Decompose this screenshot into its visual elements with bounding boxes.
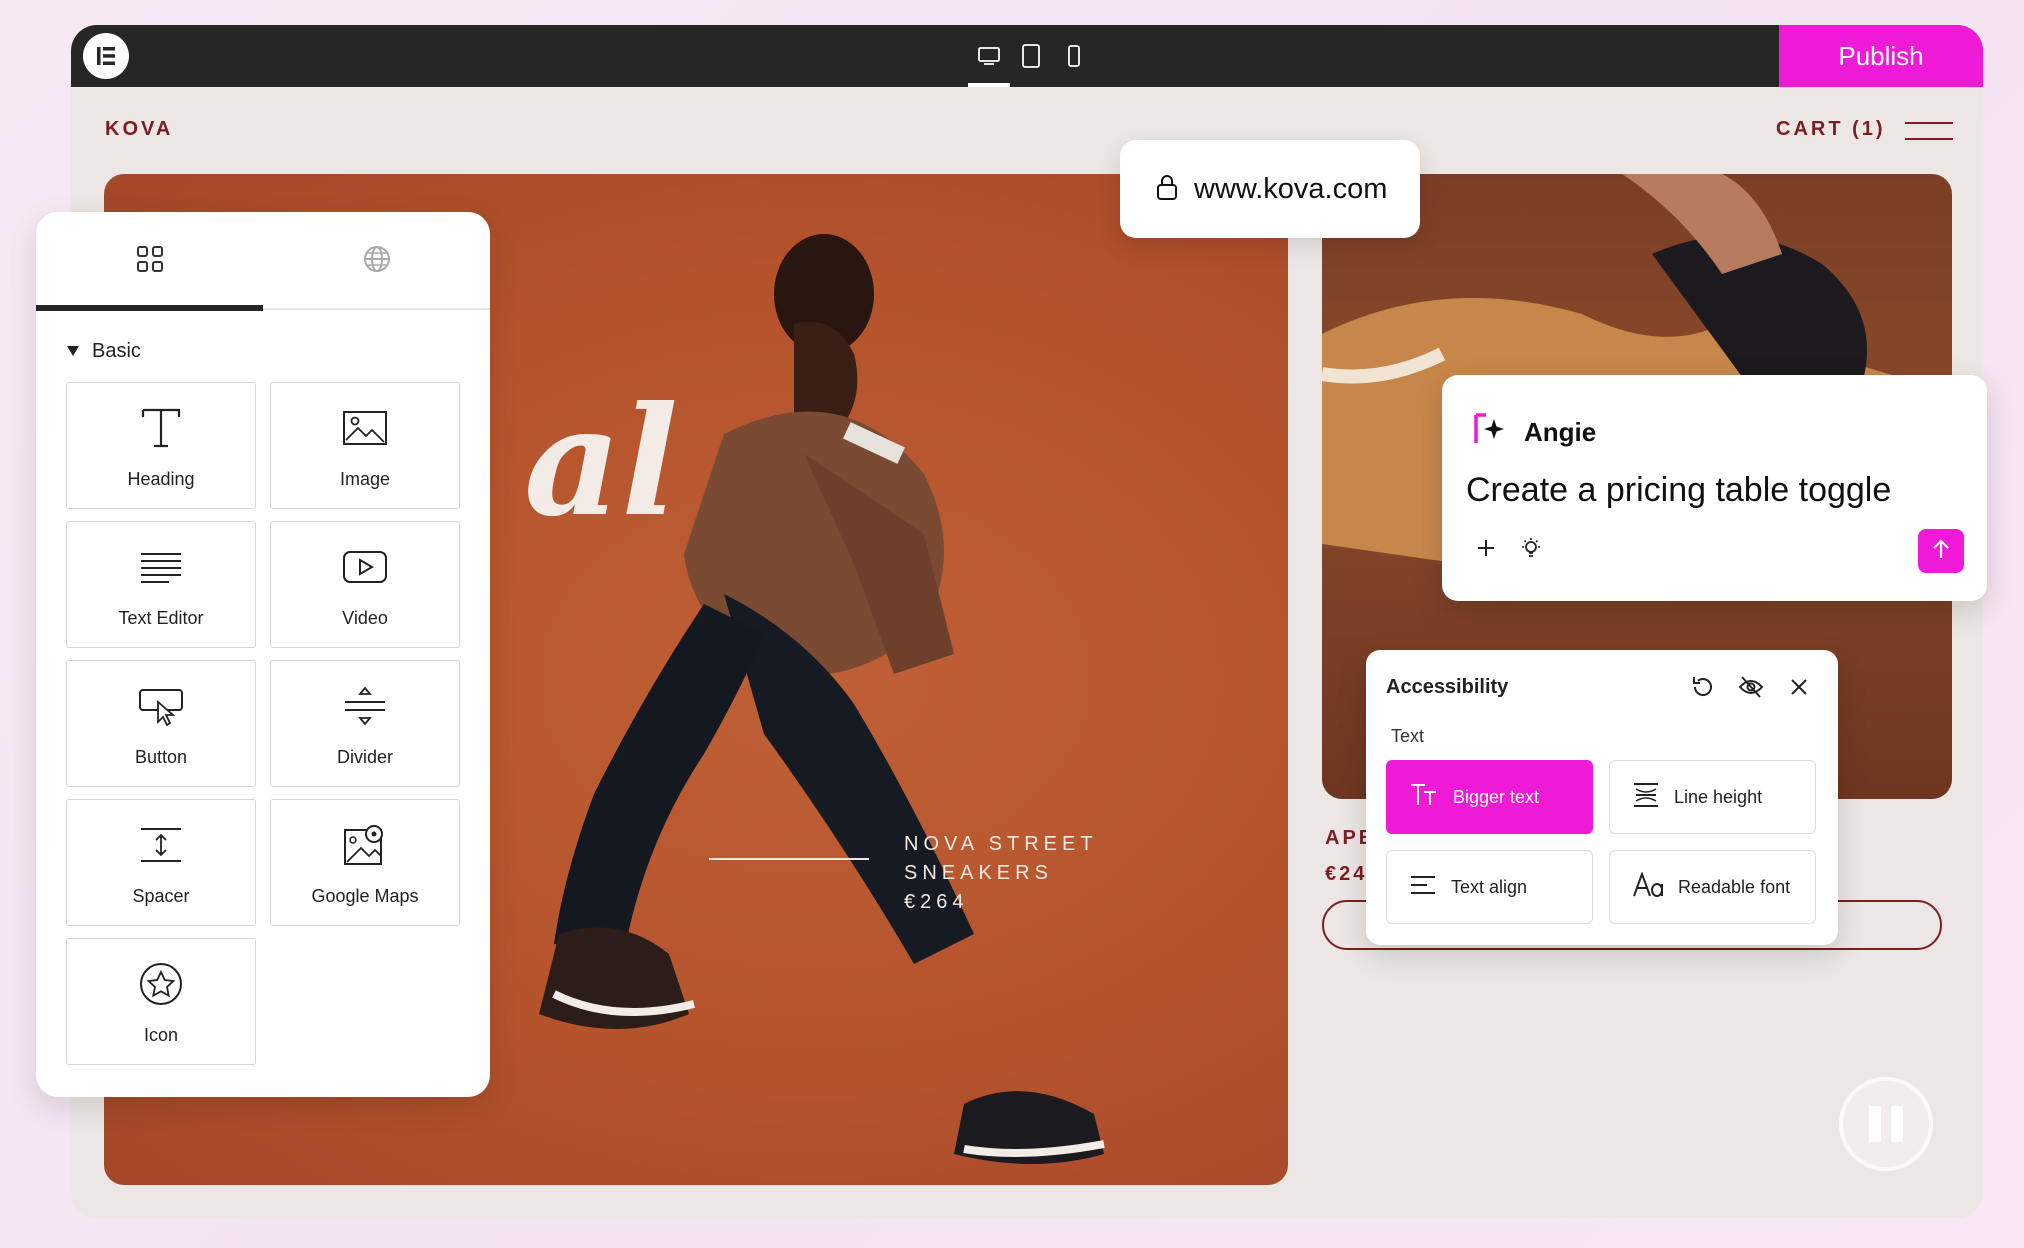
widget-image[interactable]: Image (270, 382, 460, 509)
widget-label: Button (134, 747, 188, 767)
section-label: Basic (92, 340, 141, 362)
widget-text-editor[interactable]: Text Editor (66, 521, 256, 648)
site-logo[interactable]: KOVA (105, 118, 173, 141)
cart-link[interactable]: CART (1) (1776, 118, 1886, 141)
widgets-panel: Basic Heading Image Text Editor Video Bu… (36, 212, 490, 1097)
option-text-align[interactable]: Text align (1386, 850, 1593, 924)
image-icon (342, 403, 388, 453)
widget-label: Image (339, 469, 391, 489)
tab-global[interactable] (263, 212, 490, 310)
hero-caption-line: NOVA STREET (904, 833, 1098, 855)
widget-google-maps[interactable]: Google Maps (270, 799, 460, 926)
font-icon (1632, 870, 1664, 903)
widget-video[interactable]: Video (270, 521, 460, 648)
reset-icon[interactable] (1690, 674, 1716, 705)
line-height-icon (1632, 782, 1660, 813)
device-active-indicator (968, 83, 1010, 87)
accessibility-panel: Accessibility Text Bigger text Line heig… (1366, 650, 1838, 945)
hero-caption-price: €264 (904, 891, 969, 913)
widget-label: Spacer (132, 886, 190, 906)
section-basic-toggle[interactable]: Basic (66, 340, 141, 363)
tablet-icon[interactable] (1014, 41, 1048, 71)
accessibility-section-label: Text (1391, 726, 1425, 746)
elementor-logo-icon[interactable] (83, 33, 129, 79)
widget-divider[interactable]: Divider (270, 660, 460, 787)
text-editor-icon (139, 542, 183, 592)
angie-assistant-card: Angie Create a pricing table toggle (1442, 375, 1987, 601)
option-readable-font[interactable]: Readable font (1609, 850, 1816, 924)
widget-label: Google Maps (311, 886, 419, 906)
accessibility-actions (1690, 674, 1812, 705)
widget-heading[interactable]: Heading (66, 382, 256, 509)
divider-icon (343, 681, 387, 731)
star-icon (138, 959, 184, 1009)
publish-button[interactable]: Publish (1779, 25, 1983, 87)
mobile-icon[interactable] (1057, 41, 1091, 71)
send-button[interactable] (1918, 529, 1964, 573)
widget-label: Video (342, 608, 388, 628)
hero-caption: NOVA STREET SNEAKERS €264 (904, 830, 1098, 917)
widget-label: Divider (336, 747, 393, 767)
url-card: www.kova.com (1120, 140, 1420, 238)
widget-icon[interactable]: Icon (66, 938, 256, 1065)
option-label: Text align (1451, 876, 1528, 897)
angie-header: Angie (1472, 411, 1596, 454)
align-left-icon (1409, 874, 1437, 901)
lock-icon (1156, 173, 1178, 206)
lightbulb-icon[interactable] (1520, 537, 1542, 564)
option-line-height[interactable]: Line height (1609, 760, 1816, 834)
option-label: Line height (1674, 786, 1763, 807)
widget-label: Heading (127, 469, 195, 489)
hamburger-menu-icon[interactable] (1905, 118, 1953, 140)
option-bigger-text[interactable]: Bigger text (1386, 760, 1593, 834)
close-icon[interactable] (1786, 674, 1812, 705)
angie-tools (1476, 537, 1542, 564)
pause-button[interactable] (1839, 1077, 1933, 1171)
hide-icon[interactable] (1738, 674, 1764, 705)
angie-name: Angie (1524, 417, 1597, 447)
angie-sparkle-icon (1472, 411, 1508, 454)
caret-down-icon (66, 340, 80, 363)
tab-active-indicator (36, 305, 263, 311)
grid-icon (135, 244, 165, 279)
site-url: www.kova.com (1194, 172, 1388, 205)
hero-caption-line: SNEAKERS (904, 862, 1053, 884)
map-icon (342, 820, 388, 870)
editor-topbar: Publish (71, 25, 1983, 87)
tab-widgets[interactable] (36, 212, 263, 310)
widget-button[interactable]: Button (66, 660, 256, 787)
hero-script-text: al (524, 374, 679, 550)
widget-label: Icon (143, 1025, 179, 1045)
option-label: Readable font (1678, 876, 1791, 897)
spacer-icon (139, 820, 183, 870)
video-icon (342, 542, 388, 592)
widget-label: Text Editor (118, 608, 204, 628)
plus-icon[interactable] (1476, 538, 1496, 563)
text-size-icon (1409, 782, 1439, 813)
accessibility-title: Accessibility (1386, 676, 1509, 698)
arrow-up-icon (1931, 538, 1951, 565)
hero-divider (709, 858, 869, 860)
button-icon (138, 681, 184, 731)
globe-icon (362, 244, 392, 279)
option-label: Bigger text (1453, 786, 1540, 807)
desktop-icon[interactable] (972, 41, 1006, 71)
heading-icon (139, 403, 183, 453)
widget-spacer[interactable]: Spacer (66, 799, 256, 926)
angie-prompt-input[interactable]: Create a pricing table toggle (1466, 471, 1891, 510)
